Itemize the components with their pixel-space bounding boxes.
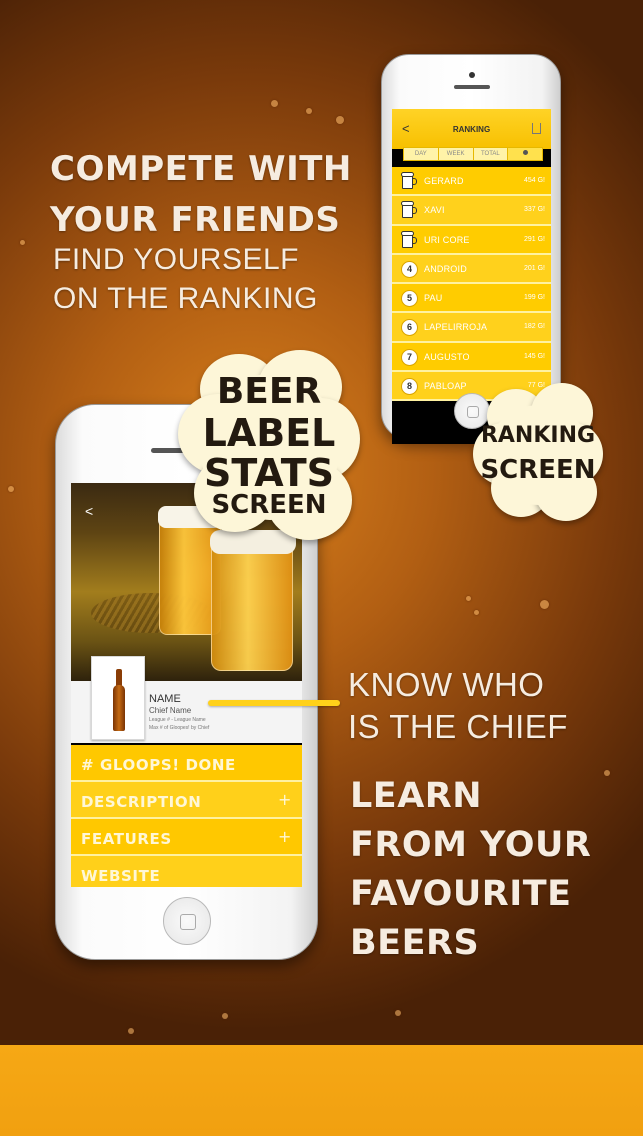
cloud-ranking-line1: RANKING	[480, 423, 596, 448]
headline-chief-line1: KNOW WHO	[348, 666, 545, 703]
cloud-stats-line2: LABEL	[202, 411, 336, 455]
person-icon	[522, 150, 528, 155]
ranking-name: GERARD	[424, 176, 464, 186]
bubble	[8, 486, 14, 492]
beer-mug-icon	[401, 201, 417, 219]
stats-screen-cloud: BEER LABEL STATS SCREEN	[178, 350, 360, 540]
tab-day[interactable]: DAY	[404, 148, 439, 160]
ranking-list: GERARD 454 G! XAVI 337 G! URI CORE 291 G…	[392, 167, 551, 402]
bubble	[466, 596, 471, 601]
ranking-name: URI CORE	[424, 234, 470, 245]
speaker-slot	[454, 85, 490, 89]
headline-chief-line2: IS THE CHIEF	[348, 708, 568, 745]
bubble	[604, 770, 610, 776]
stats-screen: < NAME Chief Name League # - League Name…	[71, 483, 302, 887]
tab-week[interactable]: WEEK	[439, 148, 474, 160]
headline-learn-line2: FROM YOUR	[350, 825, 592, 865]
ranking-header: < RANKING	[392, 109, 551, 149]
ranking-score: 337 G!	[523, 206, 545, 214]
plus-icon[interactable]: +	[278, 790, 292, 809]
bubble	[336, 116, 344, 124]
bubble	[474, 610, 479, 615]
rank-badge: 4	[401, 260, 418, 278]
ranking-row[interactable]: XAVI 337 G!	[392, 196, 551, 226]
ranking-name: PAU	[424, 293, 443, 304]
ranking-row[interactable]: GERARD 454 G!	[392, 167, 551, 197]
ranking-score: 291 G!	[523, 235, 545, 243]
stat-row-website[interactable]: WEBSITE	[71, 856, 302, 887]
cloud-stats-line1: BEER	[216, 371, 322, 412]
headline-learn-line4: BEERS	[350, 923, 480, 963]
ranking-score: 454 G!	[523, 177, 545, 184]
ranking-title: RANKING	[452, 125, 491, 134]
chief-pointer-line	[208, 700, 340, 706]
headline-find-line2: ON THE RANKING	[53, 282, 318, 315]
ranking-row[interactable]: 5 PAU 199 G!	[392, 284, 551, 314]
bubble	[128, 1028, 134, 1034]
headline-find-line1: FIND YOURSELF	[53, 243, 299, 276]
stat-label: DESCRIPTION	[81, 793, 202, 811]
stat-row-gloops[interactable]: # GLOOPS! DONE	[71, 745, 302, 782]
chief-name: Chief Name	[149, 706, 192, 715]
stat-row-features[interactable]: FEATURES +	[71, 819, 302, 856]
ranking-row[interactable]: 4 ANDROID 201 G!	[392, 254, 551, 285]
ranking-score: 199 G!	[523, 294, 545, 302]
headline-compete-line2: YOUR FRIENDS	[50, 200, 341, 240]
bubble	[306, 108, 312, 114]
bubble	[540, 600, 549, 609]
max-gloops: Max # of Gloopes! by Chief	[149, 725, 210, 731]
tab-total[interactable]: TOTAL	[474, 148, 509, 160]
headline-chief: KNOW WHO IS THE CHIEF	[348, 664, 568, 748]
rank-badge: 5	[401, 290, 418, 308]
headline-compete-line1: COMPETE WITH	[50, 149, 352, 189]
headline-learn-line1: LEARN	[350, 776, 483, 816]
beer-bottle-icon	[113, 669, 125, 731]
home-button[interactable]	[163, 897, 211, 945]
stat-row-description[interactable]: DESCRIPTION +	[71, 782, 302, 819]
rank-badge: 6	[401, 319, 418, 337]
headline-learn-line3: FAVOURITE	[350, 874, 572, 914]
stat-label: # GLOOPS! DONE	[81, 756, 236, 774]
cloud-stats-line4: SCREEN	[211, 490, 327, 520]
cloud-stats-line3: STATS	[203, 451, 335, 495]
ranking-name: ANDROID	[424, 263, 467, 274]
ranking-score: 201 G!	[523, 264, 545, 272]
ranking-score: 182 G!	[523, 323, 545, 331]
tab-friends[interactable]	[508, 148, 542, 160]
beer-label-card	[91, 656, 145, 740]
beer-glass-image	[210, 530, 296, 671]
camera-dot	[469, 72, 475, 78]
stat-label: WEBSITE	[81, 867, 161, 885]
stat-label: FEATURES	[81, 830, 172, 848]
stats-list: # GLOOPS! DONE DESCRIPTION + FEATURES + …	[71, 745, 302, 887]
back-button[interactable]: <	[85, 503, 93, 519]
beer-name: NAME	[149, 693, 181, 705]
headline-learn: LEARN FROM YOUR FAVOURITE BEERS	[350, 772, 591, 968]
beer-mug-icon	[401, 172, 417, 190]
beer-mug-icon	[401, 230, 417, 249]
bubble	[395, 1010, 401, 1016]
ranking-name: XAVI	[424, 205, 445, 216]
bubble	[20, 240, 25, 245]
bottom-bar	[0, 1045, 643, 1136]
headline-find-yourself: FIND YOURSELF ON THE RANKING	[53, 240, 318, 318]
plus-icon[interactable]: +	[278, 827, 292, 846]
ranking-row[interactable]: 6 LAPELIRROJA 182 G!	[392, 313, 551, 343]
ranking-row[interactable]: 7 AUGUSTO 145 G!	[392, 342, 551, 373]
ranking-score: 145 G!	[523, 352, 545, 360]
bubble	[271, 100, 278, 107]
rank-badge: 8	[401, 378, 418, 396]
ranking-tabs: DAY WEEK TOTAL	[403, 147, 543, 161]
ranking-name: LAPELIRROJA	[424, 322, 488, 333]
league-name: League # - League Name	[149, 717, 206, 723]
share-icon[interactable]	[532, 123, 541, 134]
ranking-row[interactable]: URI CORE 291 G!	[392, 225, 551, 255]
cloud-ranking-line2: SCREEN	[480, 455, 596, 485]
rank-badge: 7	[401, 348, 418, 366]
bubble	[222, 1013, 228, 1019]
headline-compete: COMPETE WITH YOUR FRIENDS	[50, 148, 352, 242]
ranking-name: PABLOAP	[424, 381, 467, 392]
ranking-name: AUGUSTO	[424, 351, 470, 362]
ranking-screen-cloud: RANKING SCREEN	[473, 383, 603, 521]
